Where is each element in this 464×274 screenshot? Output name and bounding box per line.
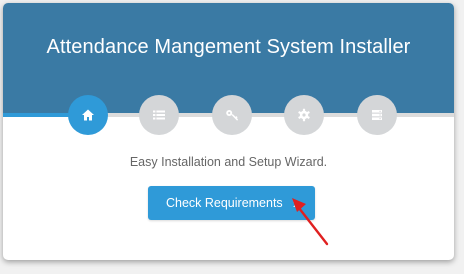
check-requirements-button[interactable]: Check Requirements › (148, 186, 315, 220)
check-requirements-label: Check Requirements (165, 196, 283, 210)
installer-card: Attendance Mangement System Installer Ea… (3, 3, 454, 260)
step-server[interactable] (357, 95, 397, 135)
step-home[interactable] (68, 95, 108, 135)
key-icon (226, 110, 238, 121)
installer-title: Attendance Mangement System Installer (46, 36, 411, 58)
step-settings[interactable] (284, 95, 324, 135)
home-icon (82, 109, 94, 121)
chevron-right-icon: › (292, 195, 298, 211)
step-key[interactable] (212, 95, 252, 135)
step-list[interactable] (139, 95, 179, 135)
server-icon (372, 110, 382, 120)
list-icon (153, 110, 165, 120)
gear-icon (298, 108, 310, 122)
installer-subtitle: Easy Installation and Setup Wizard. (129, 155, 328, 169)
